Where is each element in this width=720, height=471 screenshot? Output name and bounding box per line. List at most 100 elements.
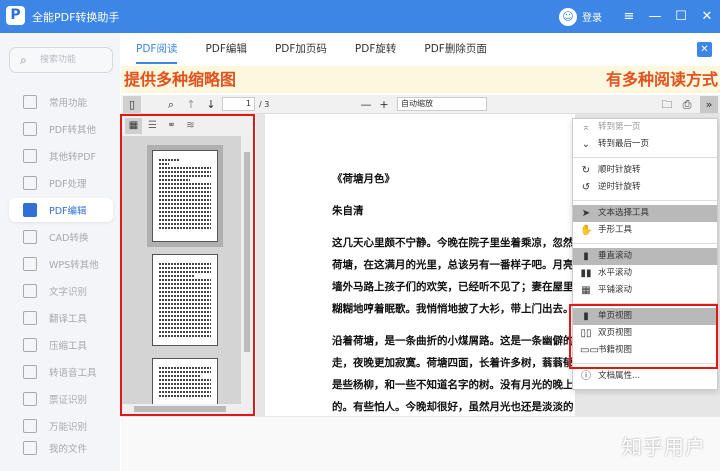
close-icon[interactable]: ✕ <box>694 9 720 24</box>
menu-item-label: 转到最后一页 <box>598 139 650 149</box>
thumbnail-panel: ▦ ☰ ⚭ ≋ <box>120 114 255 416</box>
viewer-toolbar: ▯ ⌕ ↑ ↓ 1 / 3 — + 自动缩放 🗀 ⎙ » <box>121 95 720 114</box>
highlight-box <box>569 304 718 369</box>
doc-author: 朱自清 <box>332 205 364 217</box>
sidebar-item[interactable]: 转语音工具 <box>9 360 113 384</box>
sidebar-item[interactable]: PDF转其他 <box>9 117 113 141</box>
tab-pdf-rotate[interactable]: PDF旋转 <box>355 33 396 65</box>
menu-icon[interactable]: ≡ <box>616 9 642 24</box>
thumbnails-view-icon[interactable]: ▦ <box>125 118 142 134</box>
menu-item[interactable]: ↻ 顺时针旋转 <box>573 162 717 179</box>
pdf-convert-icon <box>23 122 37 136</box>
sidebar-toggle-icon[interactable]: ▯ <box>123 96 141 113</box>
page-thumbnail-2[interactable] <box>152 254 218 346</box>
sidebar-item[interactable]: PDF编辑 <box>9 198 113 222</box>
search-icon: ⌕ <box>20 53 27 67</box>
sidebar-item[interactable]: 常用功能 <box>9 90 113 114</box>
doc-line: 走，夜晚更加寂寞。荷塘四面，长着许多树，蓊蓊郁郁 <box>332 357 575 369</box>
zoom-in-icon[interactable]: + <box>377 96 391 113</box>
tab-pdf-delete-page[interactable]: PDF删除页面 <box>424 33 486 65</box>
doc-line: 是些杨柳，和一些不知道名字的树。没有月光的晚上， <box>332 379 575 391</box>
tab-bar: PDF阅读 PDF编辑 PDF加页码 PDF旋转 PDF删除页面 <box>120 33 720 65</box>
maximize-icon[interactable]: ☐ <box>668 9 694 24</box>
pdf-edit-icon <box>23 203 37 217</box>
search-input[interactable]: ⌕ 搜索功能 <box>9 47 113 73</box>
watermark: 知乎用户 <box>622 435 706 459</box>
menu-item[interactable]: ✋ 手形工具 <box>573 222 717 239</box>
outline-view-icon[interactable]: ☰ <box>144 118 161 134</box>
doc-line: 这几天心里颇不宁静。今晚在院子里坐着乘凉，忽然想 <box>332 237 575 249</box>
sidebar-item-label: 我的文件 <box>49 444 88 455</box>
page-thumbnail-1[interactable] <box>147 145 223 247</box>
menu-item[interactable]: ⓘ 文档属性... <box>573 368 717 385</box>
doc-line: 墙外马路上孩子们的欢笑，已经听不见了；妻在屋里拍 <box>332 281 575 293</box>
zoom-out-icon[interactable]: — <box>359 96 373 113</box>
doc-title: 《荷塘月色》 <box>332 173 395 185</box>
info-icon: ⓘ <box>581 371 591 382</box>
app-title: 全能PDF转换助手 <box>32 11 120 24</box>
cursor-icon: ➤ <box>581 208 591 219</box>
sidebar-item-label: CAD转换 <box>49 233 89 244</box>
sidebar-item[interactable]: 其他转PDF <box>9 144 113 168</box>
page-thumbnail-3[interactable] <box>152 358 218 404</box>
sidebar-item-label: 压缩工具 <box>49 341 88 352</box>
close-panel-button[interactable]: ✕ <box>697 42 712 57</box>
layers-icon[interactable]: ≋ <box>182 118 199 134</box>
menu-item[interactable]: ▮▮ 水平滚动 <box>573 265 717 282</box>
login-button[interactable]: 登录 <box>582 9 602 24</box>
sidebar-item[interactable]: 万能识别 <box>9 414 113 438</box>
zoom-select[interactable]: 自动缩放 <box>397 97 487 111</box>
horizontal-scroll-icon: ▮▮ <box>580 268 592 279</box>
page-number-input[interactable]: 1 <box>222 97 255 111</box>
sidebar-item-label: PDF处理 <box>49 179 87 190</box>
thumbnail-vertical-scrollbar[interactable] <box>241 136 253 404</box>
sidebar-item-label: 票证识别 <box>49 395 88 406</box>
menu-item-label: 手形工具 <box>598 225 633 235</box>
thumbnail-horizontal-scrollbar[interactable] <box>122 404 253 414</box>
sidebar-item[interactable]: 票证识别 <box>9 387 113 411</box>
first-page-icon: ⌅ <box>581 122 591 133</box>
annotation-left: 提供多种缩略图 <box>124 70 237 89</box>
sidebar-item-label: 转语音工具 <box>49 368 97 379</box>
annotation-right: 有多种阅读方式 <box>605 70 718 89</box>
menu-item[interactable]: ⌅ 转到第一页 <box>573 119 717 136</box>
sidebar-item-label: 常用功能 <box>49 98 88 109</box>
sidebar-item-label: WPS转其他 <box>49 260 99 271</box>
sidebar-item[interactable]: 文字识别 <box>9 279 113 303</box>
open-file-icon[interactable]: 🗀 <box>659 96 675 113</box>
sidebar-item-my-files[interactable]: 我的文件 <box>9 436 113 460</box>
hand-icon: ✋ <box>580 225 593 236</box>
attachments-icon[interactable]: ⚭ <box>163 118 180 134</box>
tab-pdf-read[interactable]: PDF阅读 <box>136 33 178 65</box>
previous-page-icon[interactable]: ↑ <box>183 96 199 113</box>
sidebar-item[interactable]: WPS转其他 <box>9 252 113 276</box>
sidebar-item[interactable]: 压缩工具 <box>9 333 113 357</box>
ocr-icon <box>23 284 37 298</box>
menu-item[interactable]: ▦ 平铺滚动 <box>573 282 717 299</box>
menu-item-label: 平铺滚动 <box>598 285 633 295</box>
sidebar-item[interactable]: CAD转换 <box>9 225 113 249</box>
menu-item[interactable]: ⌄ 转到最后一页 <box>573 136 717 153</box>
menu-item-label: 文本选择工具 <box>598 208 650 218</box>
print-icon[interactable]: ⎙ <box>679 96 695 113</box>
cad-icon <box>23 230 37 244</box>
sidebar-item-label: 其他转PDF <box>49 152 97 163</box>
sidebar: ⌕ 搜索功能 常用功能 PDF转其他其他转PDF PDF处理 PDF编辑 CAD转换 WPS… <box>0 33 120 471</box>
menu-item[interactable]: ↺ 逆时针旋转 <box>573 179 717 196</box>
tab-pdf-page-number[interactable]: PDF加页码 <box>275 33 327 65</box>
ticket-icon <box>23 392 37 406</box>
next-page-icon[interactable]: ↓ <box>203 96 219 113</box>
compress-icon <box>23 338 37 352</box>
doc-line: 荷塘，在这满月的光里，总该另有一番样子吧。月亮渐 <box>332 259 575 271</box>
page-total: / 3 <box>259 100 270 109</box>
avatar-icon[interactable]: ☺ <box>559 7 577 26</box>
minimize-icon[interactable]: — <box>642 9 668 24</box>
tab-pdf-edit[interactable]: PDF编辑 <box>205 33 246 65</box>
sidebar-item-label: 文字识别 <box>49 287 88 298</box>
menu-item[interactable]: ➤ 文本选择工具 <box>573 205 717 222</box>
sidebar-item[interactable]: 翻译工具 <box>9 306 113 330</box>
more-tools-icon[interactable]: » <box>700 96 718 113</box>
sidebar-item[interactable]: PDF处理 <box>9 171 113 195</box>
find-icon[interactable]: ⌕ <box>163 96 179 113</box>
menu-item[interactable]: ▮ 垂直滚动 <box>573 248 717 265</box>
